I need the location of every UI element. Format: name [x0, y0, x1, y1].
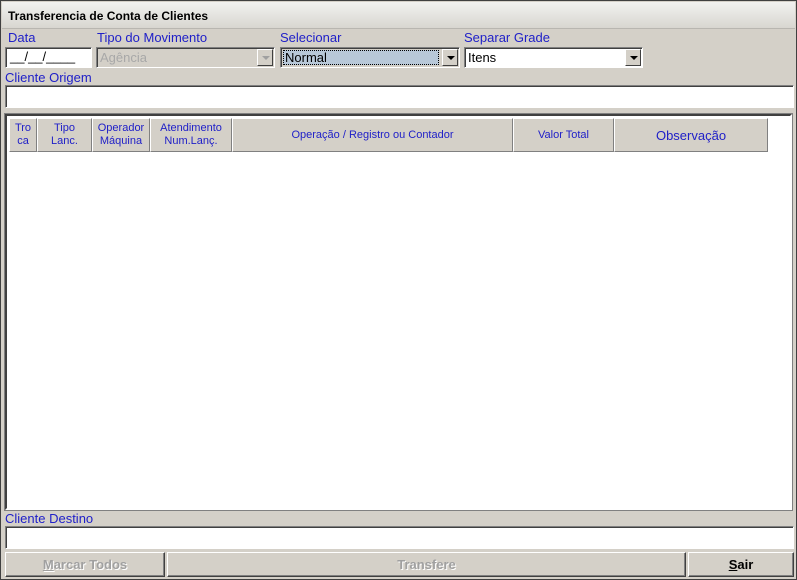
tipo-movimento-label: Tipo do Movimento — [97, 30, 208, 45]
separar-grade-select[interactable]: Itens — [464, 47, 643, 68]
transfere-label: Transfere — [397, 557, 456, 572]
column-header-operador[interactable]: Operador Máquina — [92, 118, 150, 152]
data-field[interactable]: __/__/____ — [5, 47, 92, 68]
separar-grade-value: Itens — [468, 50, 497, 65]
marcar-todos-hotkey: M — [42, 557, 54, 572]
column-header-tipo-lanc[interactable]: Tipo Lanc. — [37, 118, 92, 152]
column-header-valor-total[interactable]: Valor Total — [513, 118, 614, 152]
sair-hotkey: S — [728, 557, 738, 572]
selecionar-value: Normal — [285, 50, 327, 65]
tipo-movimento-select[interactable]: Agência — [96, 47, 275, 68]
window-title: Transferencia de Conta de Clientes — [8, 9, 209, 23]
main-window: Transferencia de Conta de Clientes Data … — [0, 0, 797, 580]
cliente-destino-field[interactable] — [5, 526, 794, 549]
cliente-origem-label: Cliente Origem — [5, 70, 92, 85]
cliente-origem-field[interactable] — [5, 85, 794, 108]
chevron-down-icon[interactable] — [442, 49, 458, 66]
cliente-destino-label: Cliente Destino — [5, 511, 94, 526]
separar-grade-label: Separar Grade — [464, 30, 550, 45]
column-header-observacao[interactable]: Observação — [614, 118, 768, 152]
column-header-atendimento[interactable]: Atendimento Num.Lanç. — [150, 118, 232, 152]
selecionar-select[interactable]: Normal — [280, 47, 460, 68]
sair-button[interactable]: Sair — [688, 552, 794, 577]
column-header-troca[interactable]: Tro ca — [9, 118, 37, 152]
chevron-down-icon[interactable] — [625, 49, 641, 66]
transfere-button[interactable]: Transfere — [167, 552, 686, 577]
marcar-todos-label: arcar Todos — [53, 557, 128, 572]
title-bar: Transferencia de Conta de Clientes — [2, 2, 795, 29]
lancamentos-grid[interactable]: Tro ca Tipo Lanc. Operador Máquina Atend… — [5, 114, 792, 510]
chevron-down-icon[interactable] — [257, 49, 273, 66]
marcar-todos-button[interactable]: Marcar Todos — [5, 552, 165, 577]
selecionar-label: Selecionar — [280, 30, 342, 45]
data-label: Data — [8, 30, 36, 45]
column-header-operacao[interactable]: Operação / Registro ou Contador — [232, 118, 513, 152]
tipo-movimento-value: Agência — [100, 50, 147, 65]
sair-label: air — [737, 557, 754, 572]
